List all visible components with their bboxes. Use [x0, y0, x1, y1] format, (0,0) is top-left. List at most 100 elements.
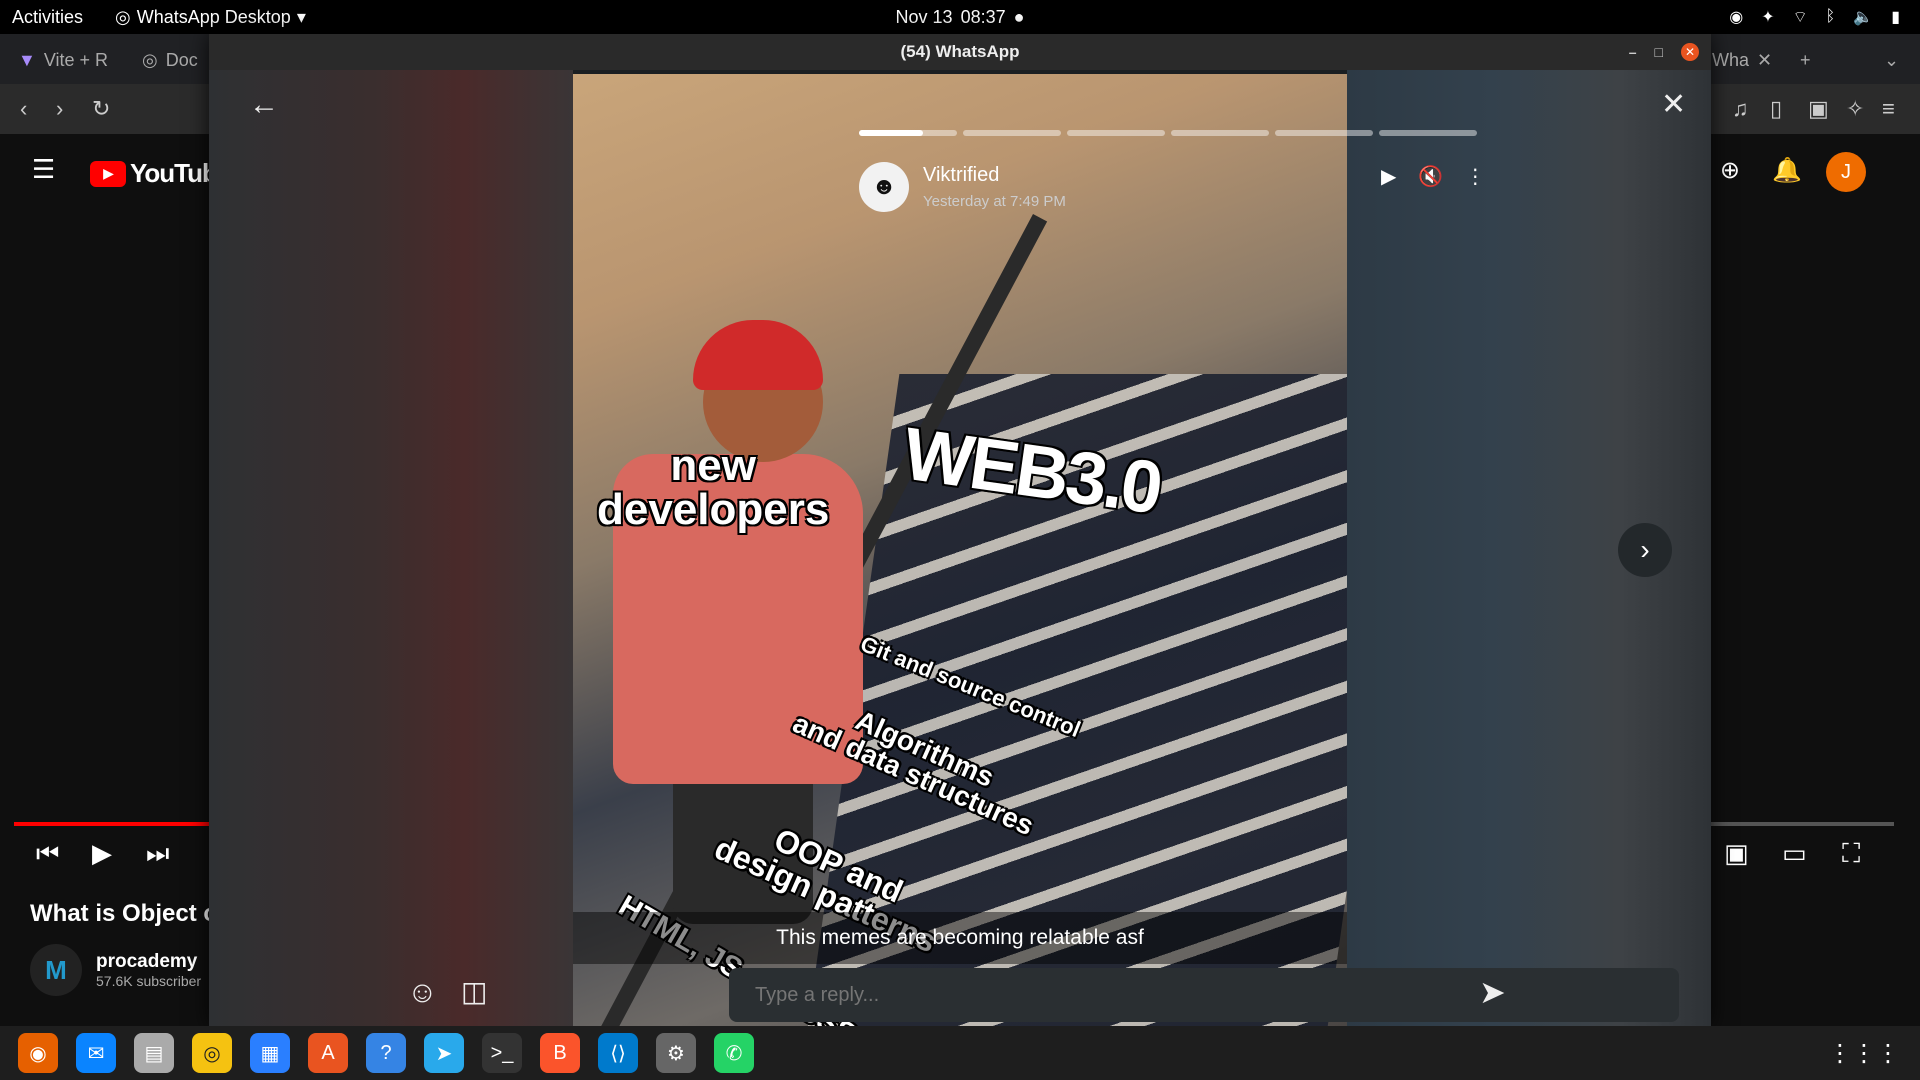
blurred-background-left	[209, 70, 573, 1026]
sidebar-icon[interactable]: ▯	[1770, 96, 1782, 122]
docs-icon: ◎	[142, 49, 158, 70]
next-status-button[interactable]: ›	[1618, 523, 1672, 577]
mute-icon[interactable]: 🔇	[1418, 164, 1443, 189]
tab-label: Doc	[165, 49, 198, 70]
fullscreen-icon[interactable]: ⛶	[1842, 838, 1860, 870]
avatar[interactable]: J	[1826, 152, 1866, 192]
previous-icon[interactable]: ⏮	[36, 838, 59, 870]
files-icon[interactable]: ▤	[134, 1033, 174, 1073]
meme-kid-cap	[693, 320, 823, 390]
tab-list-button[interactable]: ⌄	[1884, 44, 1899, 76]
media-icon[interactable]: ♫	[1732, 96, 1749, 122]
menu-icon[interactable]: ≡	[1882, 96, 1895, 122]
author-avatar[interactable]: ☻	[859, 162, 909, 212]
system-tray[interactable]: ◉ ✦ ⌔ ᛒ 🔈 ▮	[1729, 7, 1900, 27]
channel-logo-icon[interactable]: M	[30, 944, 82, 996]
discord-icon[interactable]: ◉	[1729, 7, 1743, 27]
accessibility-icon[interactable]: ✦	[1761, 7, 1774, 27]
story-caption: This memes are becoming relatable asf	[573, 912, 1347, 964]
channel-info[interactable]: M procademy 57.6K subscriber	[30, 944, 201, 996]
dock: ◉ ✉ ▤ ◎ ▦ A ? ➤ >_ B ⟨⟩ ⚙ ✆ ⋮⋮⋮	[0, 1026, 1920, 1080]
story-segment	[1275, 130, 1373, 136]
story-segment	[963, 130, 1061, 136]
more-options-icon[interactable]: ⋮	[1465, 164, 1485, 189]
reply-field[interactable]	[729, 968, 1679, 1022]
whatsapp-icon: ◎	[115, 6, 131, 27]
window-title: (54) WhatsApp	[900, 42, 1020, 61]
story-segment	[1171, 130, 1269, 136]
whatsapp-icon[interactable]: ✆	[714, 1033, 754, 1073]
video-title[interactable]: What is Object o	[30, 900, 218, 928]
bluetooth-icon[interactable]: ᛒ	[1826, 8, 1836, 26]
window-titlebar[interactable]: (54) WhatsApp – □ ✕	[209, 34, 1711, 70]
story-timestamp: Yesterday at 7:49 PM	[923, 193, 1066, 210]
story-controls: ▶ 🔇 ⋮	[1381, 164, 1485, 189]
notification-dot-icon: ●	[1013, 6, 1025, 27]
theater-mode-icon[interactable]: ▭	[1782, 838, 1807, 869]
channel-subscribers: 57.6K subscriber	[96, 973, 202, 989]
send-icon[interactable]: ➤	[1479, 976, 1506, 1008]
firefox-icon[interactable]: ◉	[18, 1033, 58, 1073]
battery-icon[interactable]: ▮	[1891, 7, 1900, 27]
next-icon[interactable]: ⏭	[146, 838, 169, 870]
window-buttons: – □ ✕	[1629, 43, 1699, 61]
story-segment-fill	[859, 130, 923, 136]
close-tab-icon[interactable]: ✕	[1757, 50, 1772, 71]
new-tab-button[interactable]: +	[1800, 44, 1811, 76]
bell-icon[interactable]: 🔔	[1772, 156, 1802, 185]
tab-vite[interactable]: ▼ Vite + R	[18, 44, 108, 76]
play-icon[interactable]: ▶	[1381, 164, 1396, 189]
reply-input[interactable]	[753, 982, 1679, 1008]
story-segment	[1379, 130, 1477, 136]
status-story-image[interactable]: new developers WEB3.0 Git and source con…	[573, 74, 1347, 1026]
story-author[interactable]: ☻ Viktrified Yesterday at 7:49 PM	[859, 162, 1066, 212]
back-arrow-icon[interactable]: ←	[249, 90, 279, 120]
tab-label: Vite + R	[43, 49, 109, 70]
date-label: Nov 13	[895, 6, 953, 27]
close-window-icon[interactable]: ✕	[1681, 43, 1699, 61]
tab-whatsapp[interactable]: Wha ✕	[1712, 44, 1772, 76]
rhythmbox-icon[interactable]: ◎	[192, 1033, 232, 1073]
create-icon[interactable]: ⊕	[1720, 156, 1740, 185]
gnome-top-bar: Activities ◎ WhatsApp Desktop ▾ Nov 13 0…	[0, 0, 1920, 34]
terminal-icon[interactable]: >_	[482, 1033, 522, 1073]
clock[interactable]: Nov 13 08:37 ●	[896, 7, 1025, 28]
chevron-down-icon: ▾	[296, 6, 306, 27]
brave-icon[interactable]: B	[540, 1033, 580, 1073]
plus-icon: +	[1800, 49, 1811, 70]
sticker-icon[interactable]: ◫	[461, 978, 487, 1006]
app-center-icon[interactable]: A	[308, 1033, 348, 1073]
telegram-icon[interactable]: ➤	[424, 1033, 464, 1073]
hamburger-menu-icon[interactable]: ☰	[32, 154, 55, 185]
channel-name[interactable]: procademy	[96, 951, 201, 973]
emoji-icon[interactable]: ☺	[407, 978, 438, 1008]
wifi-icon[interactable]: ⌔	[1793, 7, 1808, 27]
thunderbird-icon[interactable]: ✉	[76, 1033, 116, 1073]
story-segment	[1067, 130, 1165, 136]
wallet-icon[interactable]: ▣	[1808, 96, 1829, 122]
reload-icon[interactable]: ↻	[92, 96, 110, 122]
vite-icon: ▼	[18, 49, 36, 70]
help-icon[interactable]: ?	[366, 1033, 406, 1073]
app-menu-label: WhatsApp Desktop	[136, 6, 291, 27]
chevron-down-icon: ⌄	[1884, 49, 1900, 70]
settings-icon[interactable]: ⚙	[656, 1033, 696, 1073]
vscode-icon[interactable]: ⟨⟩	[598, 1033, 638, 1073]
leo-ai-icon[interactable]: ✧	[1846, 96, 1864, 122]
tab-docs[interactable]: ◎ Doc	[142, 44, 198, 76]
play-icon[interactable]: ▶	[92, 838, 112, 869]
author-name[interactable]: Viktrified	[923, 164, 1066, 187]
forward-icon[interactable]: ›	[56, 96, 63, 122]
volume-icon[interactable]: 🔈	[1853, 7, 1873, 27]
miniplayer-icon[interactable]: ▣	[1724, 838, 1749, 869]
activities-button[interactable]: Activities	[12, 7, 83, 28]
story-segment	[859, 130, 957, 136]
show-apps-icon[interactable]: ⋮⋮⋮	[1828, 1039, 1900, 1068]
back-icon[interactable]: ‹	[20, 96, 27, 122]
app-menu[interactable]: ◎ WhatsApp Desktop ▾	[115, 7, 306, 28]
close-status-icon[interactable]: ✕	[1661, 90, 1686, 120]
writer-icon[interactable]: ▦	[250, 1033, 290, 1073]
minimize-icon[interactable]: –	[1629, 44, 1637, 60]
youtube-play-icon: ▶	[90, 160, 126, 187]
maximize-icon[interactable]: □	[1655, 44, 1663, 60]
